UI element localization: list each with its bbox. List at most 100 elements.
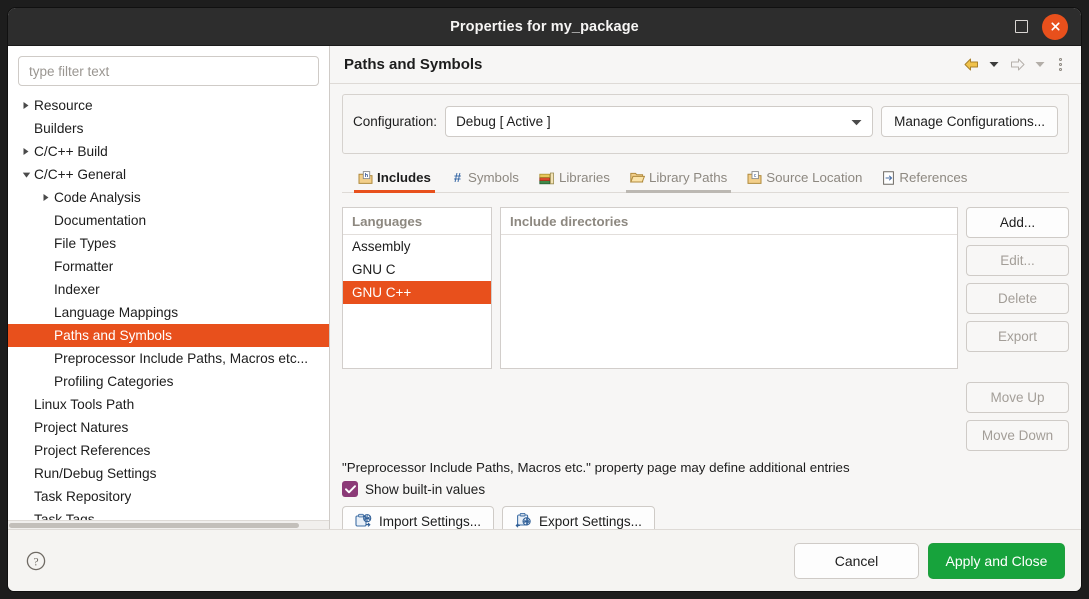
sidebar-item-linux-tools-path[interactable]: Linux Tools Path <box>8 393 329 416</box>
sidebar-item-profiling-categories[interactable]: Profiling Categories <box>8 370 329 393</box>
chevron-down-icon <box>1035 61 1045 68</box>
filter-area <box>8 46 329 92</box>
property-tabs: hIncludes#SymbolsLibrariesLibrary Pathsc… <box>342 164 1069 193</box>
chevron-down-icon <box>851 114 862 129</box>
tab-underline <box>878 190 971 193</box>
back-button[interactable] <box>959 53 983 77</box>
sidebar-item-label: Profiling Categories <box>54 374 173 389</box>
forward-button[interactable] <box>1005 53 1029 77</box>
sidebar-item-c-c-build[interactable]: C/C++ Build <box>8 140 329 163</box>
add-button[interactable]: Add... <box>966 207 1069 238</box>
tab-symbols[interactable]: # Symbols <box>441 164 529 192</box>
expand-arrow-right-icon[interactable] <box>18 101 34 110</box>
expand-arrow-right-icon[interactable] <box>18 147 34 156</box>
sidebar-item-task-repository[interactable]: Task Repository <box>8 485 329 508</box>
sidebar-item-label: Project References <box>34 443 150 458</box>
help-icon: ? <box>25 550 47 572</box>
move-up-button[interactable]: Move Up <box>966 382 1069 413</box>
show-builtin-values-label: Show built-in values <box>365 482 485 497</box>
settings-tree[interactable]: ResourceBuildersC/C++ BuildC/C++ General… <box>8 92 329 520</box>
back-history-button[interactable] <box>986 54 1002 76</box>
button-spacer <box>966 359 1069 375</box>
export-settings-icon <box>515 513 532 531</box>
language-item-gnu-c[interactable]: GNU C <box>343 258 491 281</box>
main-panel: Paths and Symbols <box>330 46 1081 529</box>
close-button[interactable] <box>1042 14 1068 40</box>
move-down-button[interactable]: Move Down <box>966 420 1069 451</box>
sidebar-item-c-c-general[interactable]: C/C++ General <box>8 163 329 186</box>
sidebar-item-label: Project Natures <box>34 420 128 435</box>
tab-libraries[interactable]: Libraries <box>529 164 620 192</box>
show-builtin-values-checkbox[interactable]: Show built-in values <box>342 481 485 497</box>
entries-area: Languages AssemblyGNU CGNU C++ Include d… <box>342 207 1069 451</box>
svg-text:#: # <box>454 171 462 184</box>
sidebar-item-indexer[interactable]: Indexer <box>8 278 329 301</box>
configuration-select[interactable]: Debug [ Active ] <box>445 106 873 137</box>
close-icon <box>1049 20 1062 33</box>
sidebar-item-label: Task Repository <box>34 489 131 504</box>
export-button[interactable]: Export <box>966 321 1069 352</box>
cancel-button[interactable]: Cancel <box>794 543 919 579</box>
view-menu-button[interactable] <box>1051 53 1069 77</box>
sidebar-item-paths-and-symbols[interactable]: Paths and Symbols <box>8 324 329 347</box>
expand-arrow-right-icon[interactable] <box>38 193 54 202</box>
sidebar-item-code-analysis[interactable]: Code Analysis <box>8 186 329 209</box>
svg-text:?: ? <box>33 556 38 568</box>
language-item-assembly[interactable]: Assembly <box>343 235 491 258</box>
sidebar-item-preprocessor-include-paths-macros-etc[interactable]: Preprocessor Include Paths, Macros etc..… <box>8 347 329 370</box>
sidebar-item-run-debug-settings[interactable]: Run/Debug Settings <box>8 462 329 485</box>
sidebar-item-label: Paths and Symbols <box>54 328 172 343</box>
filter-input[interactable] <box>18 56 319 86</box>
delete-button[interactable]: Delete <box>966 283 1069 314</box>
sidebar-item-documentation[interactable]: Documentation <box>8 209 329 232</box>
tab-underline <box>354 190 435 193</box>
language-item-gnu-c++[interactable]: GNU C++ <box>343 281 491 304</box>
configuration-label: Configuration: <box>353 114 437 129</box>
include-directories-list[interactable]: Include directories <box>500 207 958 369</box>
languages-list[interactable]: Languages AssemblyGNU CGNU C++ <box>342 207 492 369</box>
tree-horizontal-scrollbar[interactable] <box>8 520 329 529</box>
sidebar-item-formatter[interactable]: Formatter <box>8 255 329 278</box>
sidebar-item-language-mappings[interactable]: Language Mappings <box>8 301 329 324</box>
tree-vertical-scrollbar[interactable] <box>320 92 329 520</box>
tab-library-paths[interactable]: Library Paths <box>620 164 737 192</box>
include-directories-items[interactable] <box>501 235 957 368</box>
sidebar-item-label: Documentation <box>54 213 146 228</box>
page-header: Paths and Symbols <box>330 46 1081 84</box>
apply-and-close-button[interactable]: Apply and Close <box>928 543 1065 579</box>
dialog-footer: ? Cancel Apply and Close <box>8 529 1081 591</box>
sidebar-item-project-natures[interactable]: Project Natures <box>8 416 329 439</box>
sidebar-item-file-types[interactable]: File Types <box>8 232 329 255</box>
help-button[interactable]: ? <box>24 549 48 573</box>
forward-history-button[interactable] <box>1032 54 1048 76</box>
include-directories-header: Include directories <box>501 208 957 235</box>
svg-text:h: h <box>365 173 368 179</box>
dot-icon <box>1059 58 1062 61</box>
dot-icon <box>1059 68 1062 71</box>
page-nav-toolbar <box>959 53 1069 77</box>
manage-configurations-button[interactable]: Manage Configurations... <box>881 106 1058 137</box>
open-folder-icon <box>630 171 645 184</box>
maximize-icon[interactable] <box>1015 20 1028 33</box>
tab-label: Symbols <box>468 170 519 185</box>
tab-underline <box>743 190 866 193</box>
sidebar-item-builders[interactable]: Builders <box>8 117 329 140</box>
checkbox-box <box>342 481 358 497</box>
expand-arrow-down-icon[interactable] <box>18 171 34 179</box>
tab-label: Libraries <box>559 170 610 185</box>
tab-includes[interactable]: h Includes <box>348 164 441 192</box>
tab-references[interactable]: References <box>872 164 977 192</box>
sidebar-item-task-tags[interactable]: Task Tags <box>8 508 329 520</box>
sidebar-item-project-references[interactable]: Project References <box>8 439 329 462</box>
tab-source-location[interactable]: cSource Location <box>737 164 872 192</box>
export-settings-label: Export Settings... <box>539 514 642 529</box>
lists-container: Languages AssemblyGNU CGNU C++ Include d… <box>342 207 958 451</box>
tab-label: Includes <box>377 170 431 185</box>
svg-text:c: c <box>754 173 757 179</box>
scrollbar-thumb[interactable] <box>9 523 299 528</box>
sidebar-item-resource[interactable]: Resource <box>8 94 329 117</box>
edit-button[interactable]: Edit... <box>966 245 1069 276</box>
sidebar-item-label: Code Analysis <box>54 190 141 205</box>
import-settings-label: Import Settings... <box>379 514 481 529</box>
include-folder-icon: h <box>358 171 373 185</box>
